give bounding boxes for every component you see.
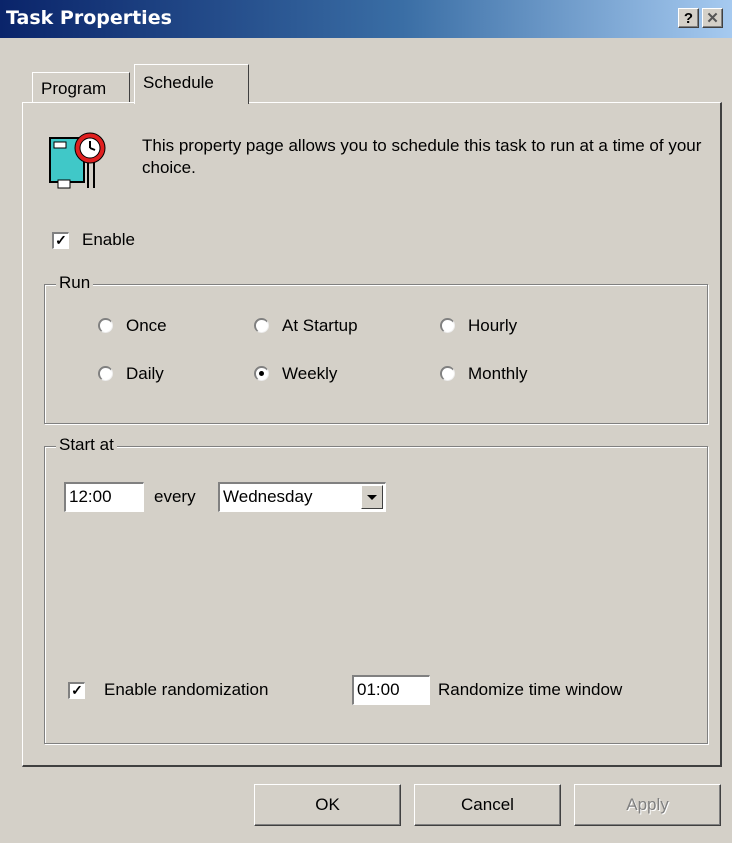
enable-label: Enable (82, 230, 135, 249)
help-button[interactable]: ? (678, 8, 699, 28)
radio-monthly-label: Monthly (468, 364, 528, 383)
enable-checkbox[interactable]: ✓ (52, 232, 69, 249)
radio-at-startup[interactable] (254, 318, 269, 333)
close-button[interactable]: ✕ (702, 8, 723, 28)
radio-at-startup-label: At Startup (282, 316, 358, 335)
every-label: every (154, 487, 196, 506)
tab-schedule[interactable]: Schedule (134, 64, 249, 104)
run-group-title: Run (56, 273, 94, 293)
title-bar: Task Properties ? ✕ (0, 0, 732, 38)
apply-button[interactable]: Apply (574, 784, 721, 826)
randomization-label: Enable randomization (104, 680, 269, 699)
randomization-checkbox[interactable]: ✓ (68, 682, 85, 699)
description-text: This property page allows you to schedul… (142, 136, 702, 177)
ok-button[interactable]: OK (254, 784, 401, 826)
radio-daily-label: Daily (126, 364, 164, 383)
window-title: Task Properties (6, 7, 172, 29)
radio-weekly-label: Weekly (282, 364, 338, 383)
chevron-down-icon[interactable] (361, 485, 383, 509)
random-window-label: Randomize time window (438, 680, 623, 699)
tab-program[interactable]: Program (32, 72, 130, 102)
radio-daily[interactable] (98, 366, 113, 381)
start-at-group-title: Start at (56, 435, 117, 455)
start-time-field[interactable]: 12:00 (64, 482, 144, 512)
run-group (44, 284, 708, 424)
radio-hourly-label: Hourly (468, 316, 518, 335)
radio-once-label: Once (126, 316, 167, 335)
cancel-button[interactable]: Cancel (414, 784, 561, 826)
scheduled-task-icon (48, 130, 106, 192)
radio-monthly[interactable] (440, 366, 455, 381)
random-window-field[interactable]: 01:00 (352, 675, 430, 705)
day-select-value: Wednesday (223, 487, 313, 506)
radio-once[interactable] (98, 318, 113, 333)
radio-hourly[interactable] (440, 318, 455, 333)
radio-weekly[interactable] (254, 366, 269, 381)
